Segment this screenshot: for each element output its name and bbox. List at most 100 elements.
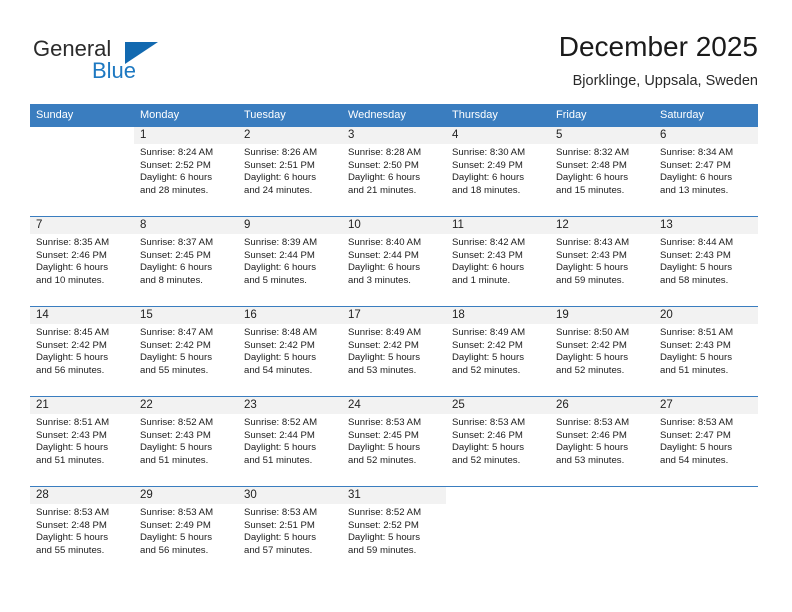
calendar-day-cell[interactable]: 10 Sunrise: 8:40 AM Sunset: 2:44 PM Dayligh… [342, 216, 446, 306]
day-detail-line: Sunset: 2:48 PM [556, 159, 627, 171]
calendar-day-cell[interactable]: 30 Sunrise: 8:53 AM Sunset: 2:51 PM Dayligh… [238, 486, 342, 576]
day-number: 26 [550, 397, 654, 414]
calendar-day-cell[interactable]: 5 Sunrise: 8:32 AM Sunset: 2:48 PM Daylight… [550, 126, 654, 216]
calendar-cell-inner: 7 Sunrise: 8:35 AM Sunset: 2:46 PM Daylight… [30, 216, 134, 306]
day-detail-line: Sunrise: 8:53 AM [556, 417, 630, 428]
day-detail-line: and 1 minute. [452, 274, 511, 286]
day-number: 30 [238, 487, 342, 504]
calendar-day-cell[interactable]: 14 Sunrise: 8:45 AM Sunset: 2:42 PM Dayligh… [30, 306, 134, 396]
day-number: 23 [238, 397, 342, 414]
calendar-cell-inner: 19 Sunrise: 8:50 AM Sunset: 2:42 PM Dayligh… [550, 306, 654, 396]
day-detail-line: Daylight: 5 hours [556, 442, 628, 454]
day-number [550, 487, 654, 504]
calendar-day-cell[interactable]: 15 Sunrise: 8:47 AM Sunset: 2:42 PM Dayligh… [134, 306, 238, 396]
day-detail-line: Sunrise: 8:53 AM [348, 417, 422, 428]
calendar-day-cell[interactable]: 21 Sunrise: 8:51 AM Sunset: 2:43 PM Dayligh… [30, 396, 134, 486]
calendar-cell-empty [550, 486, 654, 576]
day-details: Sunrise: 8:53 AM Sunset: 2:51 PM Daylight:… [238, 504, 342, 557]
day-detail-line: Daylight: 6 hours [36, 262, 108, 274]
day-detail-line: Daylight: 5 hours [36, 532, 108, 544]
calendar-day-cell[interactable]: 20 Sunrise: 8:51 AM Sunset: 2:43 PM Dayligh… [654, 306, 758, 396]
day-detail-line: and 51 minutes. [36, 454, 105, 466]
day-detail-line: Daylight: 5 hours [140, 442, 212, 454]
day-detail-line: Sunrise: 8:53 AM [452, 417, 526, 428]
calendar-cell-inner: 5 Sunrise: 8:32 AM Sunset: 2:48 PM Daylight… [550, 126, 654, 216]
calendar-day-cell[interactable]: 31 Sunrise: 8:52 AM Sunset: 2:52 PM Dayligh… [342, 486, 446, 576]
day-detail-line: Daylight: 6 hours [140, 172, 212, 184]
day-detail-line: Sunset: 2:43 PM [660, 249, 731, 261]
day-detail-line: and 54 minutes. [244, 364, 313, 376]
calendar-day-cell[interactable]: 24 Sunrise: 8:53 AM Sunset: 2:45 PM Dayligh… [342, 396, 446, 486]
day-detail-line: and 59 minutes. [556, 274, 625, 286]
day-number: 17 [342, 307, 446, 324]
calendar-day-cell[interactable]: 18 Sunrise: 8:49 AM Sunset: 2:42 PM Dayligh… [446, 306, 550, 396]
day-details: Sunrise: 8:52 AM Sunset: 2:44 PM Daylight:… [238, 414, 342, 467]
calendar-day-cell[interactable]: 12 Sunrise: 8:43 AM Sunset: 2:43 PM Dayligh… [550, 216, 654, 306]
calendar-day-cell[interactable]: 22 Sunrise: 8:52 AM Sunset: 2:43 PM Dayligh… [134, 396, 238, 486]
calendar-week-row: 7 Sunrise: 8:35 AM Sunset: 2:46 PM Daylight… [30, 216, 758, 306]
day-details: Sunrise: 8:30 AM Sunset: 2:49 PM Daylight:… [446, 144, 550, 197]
day-detail-line: Sunrise: 8:44 AM [660, 237, 734, 248]
day-number: 25 [446, 397, 550, 414]
day-detail-line: Sunrise: 8:37 AM [140, 237, 214, 248]
calendar-cell-inner: 28 Sunrise: 8:53 AM Sunset: 2:48 PM Dayligh… [30, 486, 134, 576]
calendar-day-cell[interactable]: 27 Sunrise: 8:53 AM Sunset: 2:47 PM Dayligh… [654, 396, 758, 486]
day-detail-line: Sunrise: 8:43 AM [556, 237, 630, 248]
day-detail-line: and 52 minutes. [348, 454, 417, 466]
day-detail-line: Sunset: 2:46 PM [36, 249, 107, 261]
day-detail-line: Daylight: 5 hours [36, 442, 108, 454]
day-detail-line: and 51 minutes. [244, 454, 313, 466]
calendar-day-cell[interactable]: 9 Sunrise: 8:39 AM Sunset: 2:44 PM Daylight… [238, 216, 342, 306]
calendar-cell-inner: 2 Sunrise: 8:26 AM Sunset: 2:51 PM Daylight… [238, 126, 342, 216]
day-detail-line: Sunset: 2:43 PM [556, 249, 627, 261]
calendar-day-cell[interactable]: 29 Sunrise: 8:53 AM Sunset: 2:49 PM Dayligh… [134, 486, 238, 576]
day-detail-line: Sunset: 2:42 PM [244, 339, 315, 351]
day-detail-line: and 59 minutes. [348, 544, 417, 556]
calendar-day-cell[interactable]: 11 Sunrise: 8:42 AM Sunset: 2:43 PM Dayligh… [446, 216, 550, 306]
day-detail-line: Sunset: 2:44 PM [348, 249, 419, 261]
page-subtitle: Bjorklinge, Uppsala, Sweden [572, 73, 758, 89]
calendar-day-cell[interactable]: 4 Sunrise: 8:30 AM Sunset: 2:49 PM Daylight… [446, 126, 550, 216]
weekday-header-wednesday: Wednesday [342, 104, 446, 126]
calendar-day-cell[interactable]: 28 Sunrise: 8:53 AM Sunset: 2:48 PM Dayligh… [30, 486, 134, 576]
day-details: Sunrise: 8:52 AM Sunset: 2:43 PM Daylight:… [134, 414, 238, 467]
day-details: Sunrise: 8:49 AM Sunset: 2:42 PM Daylight:… [446, 324, 550, 377]
day-detail-line: Daylight: 5 hours [348, 532, 420, 544]
day-detail-line: Sunset: 2:50 PM [348, 159, 419, 171]
calendar-cell-inner: 4 Sunrise: 8:30 AM Sunset: 2:49 PM Daylight… [446, 126, 550, 216]
page-header: General Blue December 2025 Bjorklinge, U… [0, 0, 792, 104]
day-detail-line: Sunset: 2:46 PM [556, 429, 627, 441]
day-details: Sunrise: 8:35 AM Sunset: 2:46 PM Daylight:… [30, 234, 134, 287]
day-number [30, 127, 134, 144]
day-number: 24 [342, 397, 446, 414]
calendar-cell-inner: 17 Sunrise: 8:49 AM Sunset: 2:42 PM Dayligh… [342, 306, 446, 396]
day-number: 14 [30, 307, 134, 324]
calendar-day-cell[interactable]: 13 Sunrise: 8:44 AM Sunset: 2:43 PM Dayligh… [654, 216, 758, 306]
calendar-day-cell[interactable]: 16 Sunrise: 8:48 AM Sunset: 2:42 PM Dayligh… [238, 306, 342, 396]
day-detail-line: and 52 minutes. [452, 454, 521, 466]
calendar-day-cell[interactable]: 17 Sunrise: 8:49 AM Sunset: 2:42 PM Dayligh… [342, 306, 446, 396]
day-detail-line: Daylight: 5 hours [348, 352, 420, 364]
day-detail-line: Sunrise: 8:48 AM [244, 327, 318, 338]
day-details: Sunrise: 8:34 AM Sunset: 2:47 PM Daylight:… [654, 144, 758, 197]
day-detail-line: Sunset: 2:45 PM [348, 429, 419, 441]
day-details: Sunrise: 8:43 AM Sunset: 2:43 PM Daylight:… [550, 234, 654, 287]
calendar-cell-inner: 6 Sunrise: 8:34 AM Sunset: 2:47 PM Daylight… [654, 126, 758, 216]
calendar-day-cell[interactable]: 19 Sunrise: 8:50 AM Sunset: 2:42 PM Dayligh… [550, 306, 654, 396]
calendar-body: 1 Sunrise: 8:24 AM Sunset: 2:52 PM Daylight… [30, 126, 758, 576]
calendar-day-cell[interactable]: 23 Sunrise: 8:52 AM Sunset: 2:44 PM Dayligh… [238, 396, 342, 486]
day-detail-line: Daylight: 5 hours [556, 352, 628, 364]
calendar-day-cell[interactable]: 2 Sunrise: 8:26 AM Sunset: 2:51 PM Daylight… [238, 126, 342, 216]
calendar-day-cell[interactable]: 8 Sunrise: 8:37 AM Sunset: 2:45 PM Daylight… [134, 216, 238, 306]
calendar-cell-inner: 21 Sunrise: 8:51 AM Sunset: 2:43 PM Dayligh… [30, 396, 134, 486]
calendar-day-cell[interactable]: 6 Sunrise: 8:34 AM Sunset: 2:47 PM Daylight… [654, 126, 758, 216]
calendar-day-cell[interactable]: 25 Sunrise: 8:53 AM Sunset: 2:46 PM Dayligh… [446, 396, 550, 486]
calendar-day-cell[interactable]: 26 Sunrise: 8:53 AM Sunset: 2:46 PM Dayligh… [550, 396, 654, 486]
calendar-cell-inner: 18 Sunrise: 8:49 AM Sunset: 2:42 PM Dayligh… [446, 306, 550, 396]
calendar-day-cell[interactable]: 7 Sunrise: 8:35 AM Sunset: 2:46 PM Daylight… [30, 216, 134, 306]
weekday-header-row: Sunday Monday Tuesday Wednesday Thursday… [30, 104, 758, 126]
day-number: 28 [30, 487, 134, 504]
calendar-day-cell[interactable]: 3 Sunrise: 8:28 AM Sunset: 2:50 PM Daylight… [342, 126, 446, 216]
day-detail-line: and 53 minutes. [556, 454, 625, 466]
calendar-day-cell[interactable]: 1 Sunrise: 8:24 AM Sunset: 2:52 PM Daylight… [134, 126, 238, 216]
